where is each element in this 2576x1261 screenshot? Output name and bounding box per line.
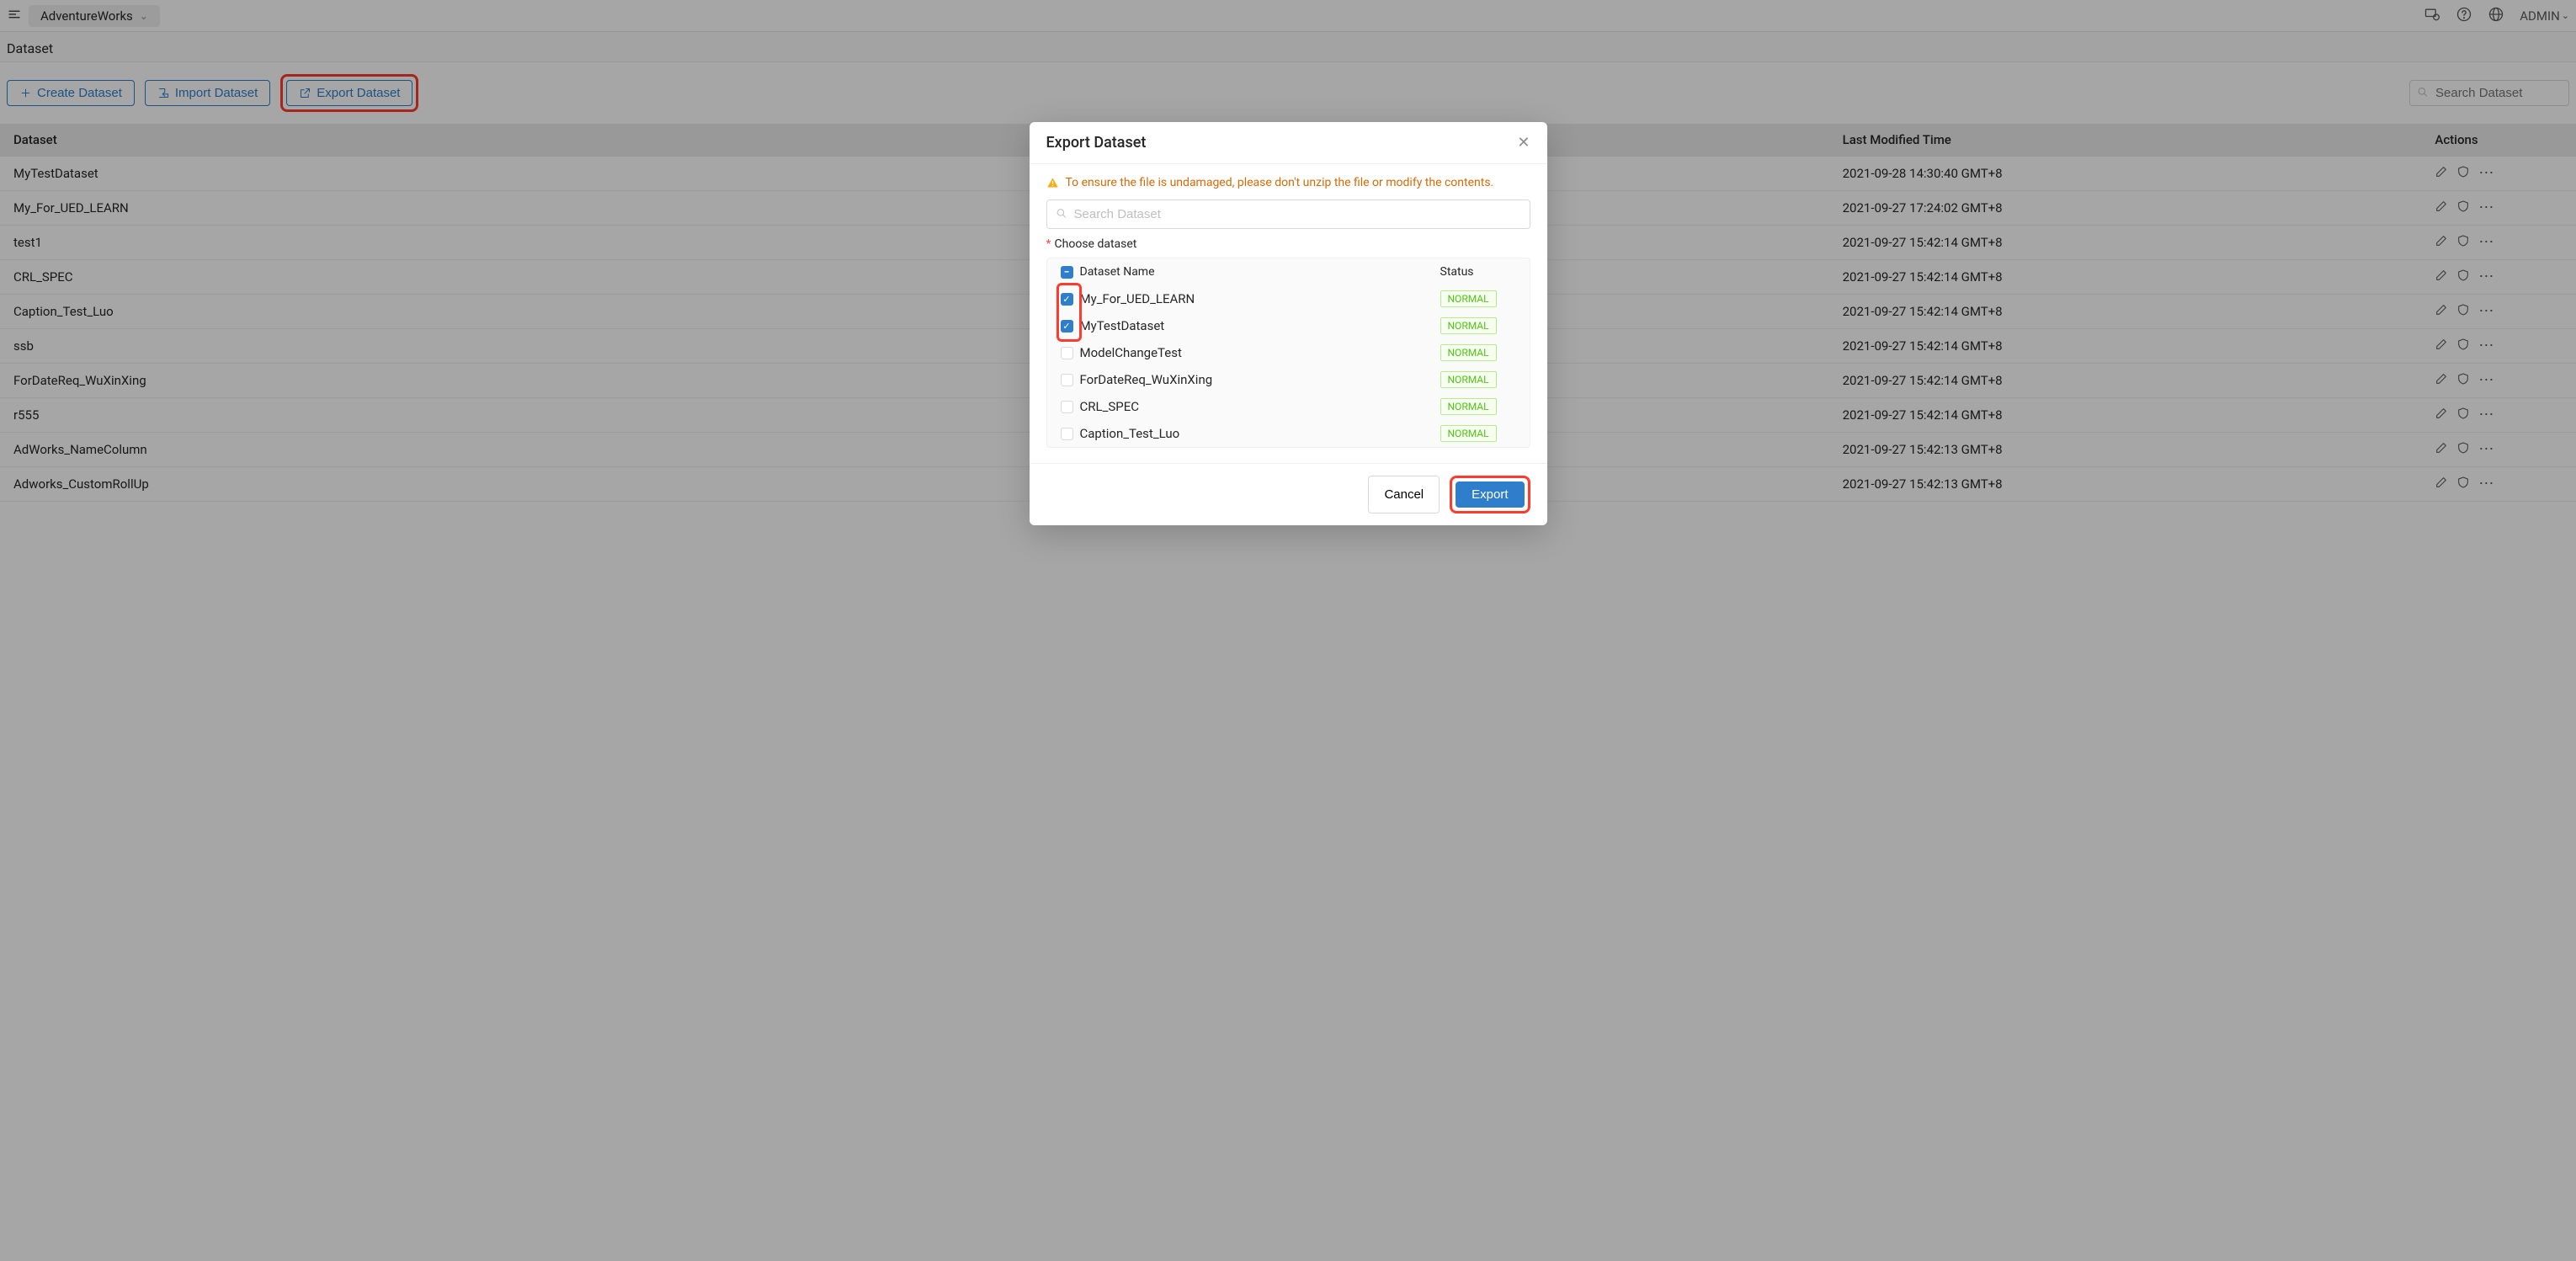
status-badge: NORMAL xyxy=(1440,344,1497,361)
modal-search-input[interactable] xyxy=(1046,200,1530,229)
search-icon xyxy=(1055,206,1067,222)
close-icon[interactable]: ✕ xyxy=(1517,134,1530,152)
cancel-button[interactable]: Cancel xyxy=(1368,476,1440,513)
col-dataset-name: Dataset Name xyxy=(1080,265,1155,279)
dataset-option-row[interactable]: ForDateReq_WuXinXing NORMAL xyxy=(1047,366,1530,393)
status-badge: NORMAL xyxy=(1440,371,1497,388)
choose-dataset-label: *Choose dataset xyxy=(1046,237,1530,251)
dataset-option-row[interactable]: CRL_SPEC NORMAL xyxy=(1047,393,1530,420)
status-badge: NORMAL xyxy=(1440,317,1497,334)
dataset-option-name: CRL_SPEC xyxy=(1080,399,1140,414)
checkbox[interactable] xyxy=(1061,374,1073,386)
dataset-option-name: Caption_Test_Luo xyxy=(1080,426,1180,441)
warning-line: To ensure the file is undamaged, please … xyxy=(1046,176,1530,189)
dataset-option-row[interactable]: ModelChangeTest NORMAL xyxy=(1047,339,1530,366)
col-status: Status xyxy=(1440,265,1516,279)
status-badge: NORMAL xyxy=(1440,425,1497,442)
export-confirm-button[interactable]: Export xyxy=(1456,482,1524,508)
dataset-option-name: MyTestDataset xyxy=(1080,318,1165,333)
dataset-option-name: ForDateReq_WuXinXing xyxy=(1080,372,1213,387)
dataset-option-name: ModelChangeTest xyxy=(1080,345,1182,360)
status-badge: NORMAL xyxy=(1440,398,1497,415)
checkbox[interactable] xyxy=(1061,347,1073,359)
modal-title: Export Dataset xyxy=(1046,134,1147,152)
dataset-option-row[interactable]: ✓ My_For_UED_LEARN NORMAL xyxy=(1047,285,1530,312)
status-badge: NORMAL xyxy=(1440,290,1497,307)
dataset-select-panel: − Dataset Name Status ✓ My_For_UED_LEARN N… xyxy=(1046,258,1530,448)
checkbox[interactable]: ✓ xyxy=(1061,320,1073,333)
checkbox[interactable] xyxy=(1061,428,1073,440)
warning-text: To ensure the file is undamaged, please … xyxy=(1066,176,1494,189)
dataset-option-name: My_For_UED_LEARN xyxy=(1080,291,1195,306)
modal-overlay: Export Dataset ✕ To ensure the file is u… xyxy=(0,0,2576,1261)
warning-icon xyxy=(1046,177,1059,189)
checkbox[interactable]: ✓ xyxy=(1061,293,1073,306)
export-confirm-highlight: Export xyxy=(1450,476,1530,513)
select-all-checkbox[interactable]: − xyxy=(1061,266,1073,279)
dataset-option-row[interactable]: Caption_Test_Luo NORMAL xyxy=(1047,420,1530,447)
dataset-option-row[interactable]: ✓ MyTestDataset NORMAL xyxy=(1047,312,1530,339)
export-dataset-modal: Export Dataset ✕ To ensure the file is u… xyxy=(1030,122,1547,525)
checkbox[interactable] xyxy=(1061,401,1073,413)
